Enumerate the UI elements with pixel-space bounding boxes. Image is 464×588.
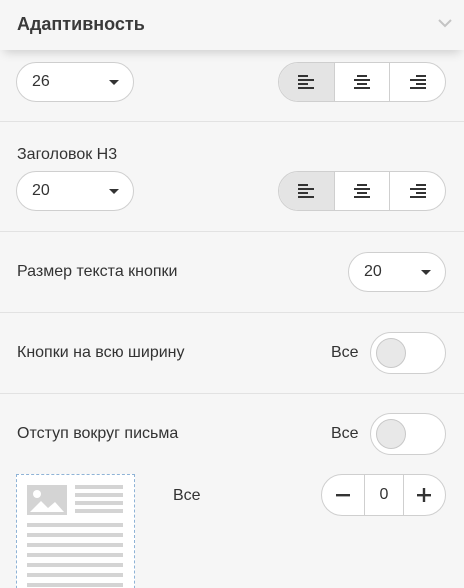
chevron-down-icon[interactable] [436, 14, 454, 32]
align-center-icon [354, 75, 370, 89]
heading-h2-size-value: 26 [32, 73, 50, 90]
caret-down-icon [421, 270, 431, 275]
align-left-button[interactable] [279, 172, 335, 210]
email-layout-preview [16, 474, 135, 588]
button-text-size-select[interactable]: 20 [348, 252, 446, 292]
minus-icon [336, 494, 350, 497]
align-right-button[interactable] [390, 172, 445, 210]
align-center-icon [354, 184, 370, 198]
toggle-knob [376, 419, 406, 449]
email-padding-label: Отступ вокруг письма [17, 425, 179, 442]
panel-title: Адаптивность [17, 14, 145, 34]
heading-h3-size-select[interactable]: 20 [16, 171, 134, 211]
full-width-buttons-scope: Все [331, 344, 359, 361]
align-right-button[interactable] [390, 63, 445, 101]
full-width-buttons-toggle[interactable] [370, 332, 446, 374]
plus-icon [417, 488, 431, 502]
email-preview-illustration [27, 485, 123, 587]
panel-header[interactable]: Адаптивность [0, 0, 464, 50]
align-left-button[interactable] [279, 63, 335, 101]
caret-down-icon [109, 189, 119, 194]
heading-h3-alignment-group [278, 171, 446, 211]
email-padding-preview-scope: Все [173, 487, 201, 504]
align-center-button[interactable] [335, 63, 391, 101]
heading-h3-label: Заголовок H3 [17, 146, 118, 163]
align-center-button[interactable] [335, 172, 391, 210]
caret-down-icon [109, 80, 119, 85]
stepper-value[interactable]: 0 [364, 475, 404, 515]
email-padding-scope: Все [331, 425, 359, 442]
align-left-icon [298, 184, 315, 198]
toggle-knob [376, 338, 406, 368]
button-text-size-label: Размер текста кнопки [17, 263, 178, 280]
button-text-size-value: 20 [364, 263, 382, 280]
heading-h2-size-select[interactable]: 26 [16, 62, 134, 102]
heading-h2-alignment-group [278, 62, 446, 102]
align-right-icon [409, 184, 426, 198]
email-padding-stepper: 0 [321, 474, 446, 516]
stepper-decrement-button[interactable] [322, 475, 364, 515]
align-right-icon [409, 75, 426, 89]
align-left-icon [298, 75, 315, 89]
full-width-buttons-label: Кнопки на всю ширину [17, 344, 185, 361]
stepper-increment-button[interactable] [403, 475, 445, 515]
email-padding-toggle[interactable] [370, 413, 446, 455]
heading-h3-size-value: 20 [32, 182, 50, 199]
